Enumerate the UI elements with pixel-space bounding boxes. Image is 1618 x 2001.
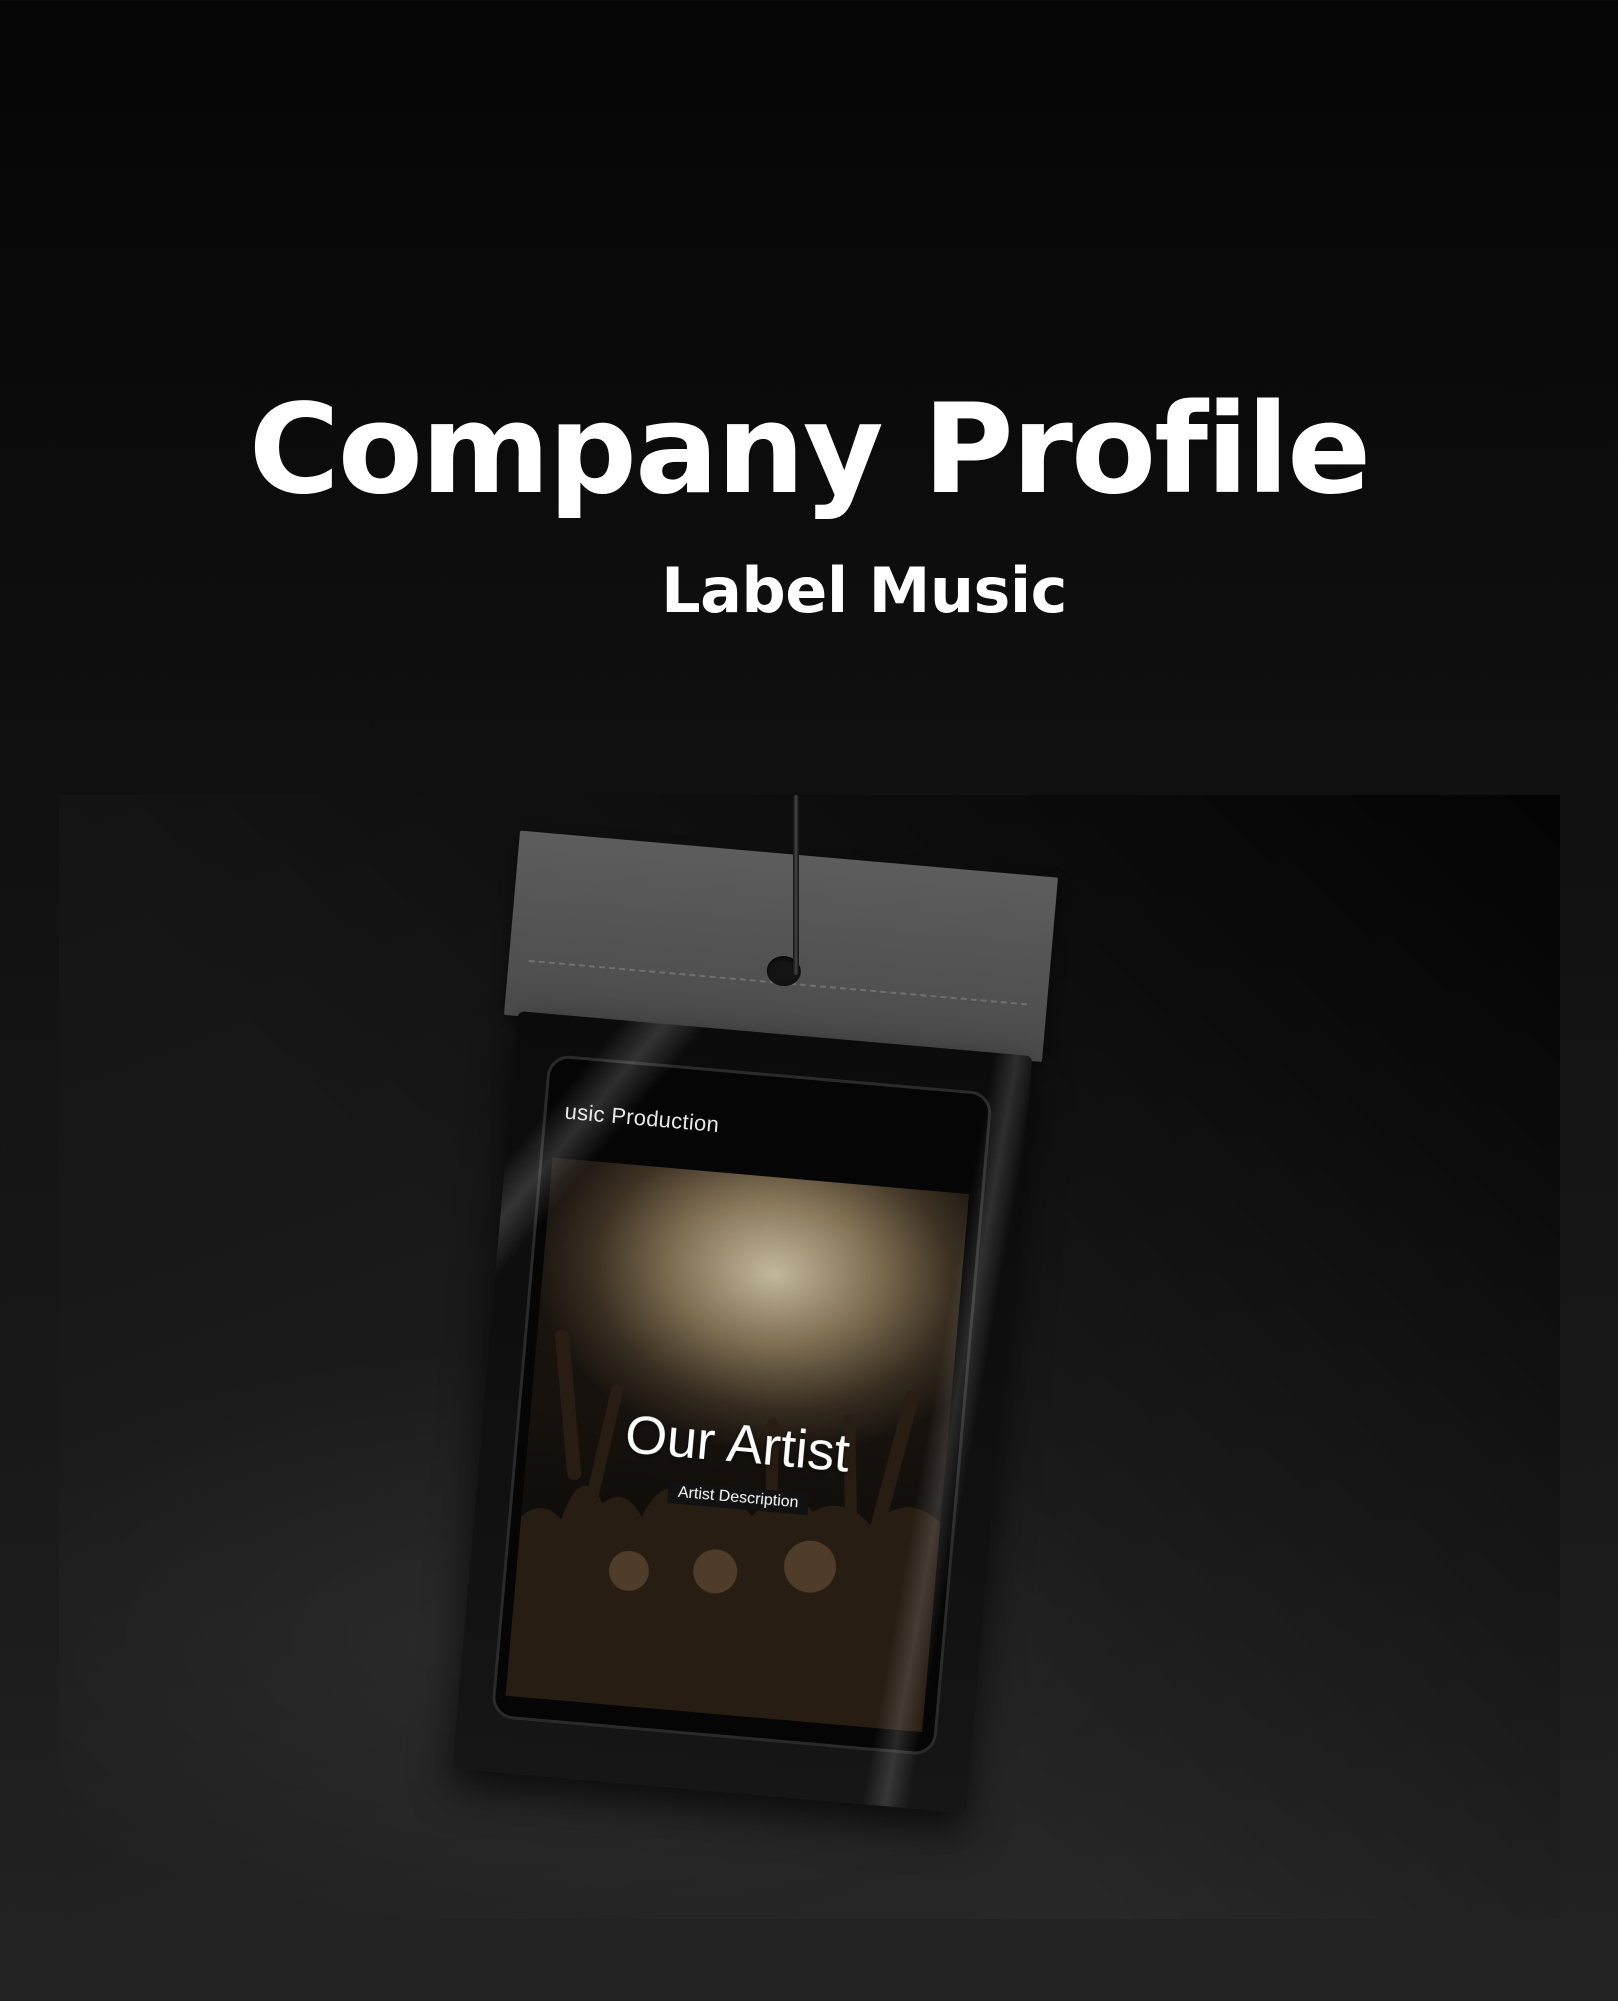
tablet-site-header: usic Production (563, 1098, 721, 1138)
page-subtitle: Label Music (661, 554, 1067, 627)
hanging-string (793, 795, 799, 975)
tablet-device: usic Production Our Artist Artist Descri… (490, 1053, 994, 1757)
mockup-scene: usic Production Our Artist Artist Descri… (59, 795, 1560, 1919)
tablet-hero-image: Our Artist Artist Description (505, 1157, 970, 1733)
hanging-package-mockup: usic Production Our Artist Artist Descri… (436, 830, 1078, 1836)
plastic-pouch: usic Production Our Artist Artist Descri… (452, 1011, 1033, 1814)
presentation-cover: Company Profile Label Music usic Product… (0, 0, 1618, 2001)
page-title: Company Profile (248, 378, 1371, 522)
